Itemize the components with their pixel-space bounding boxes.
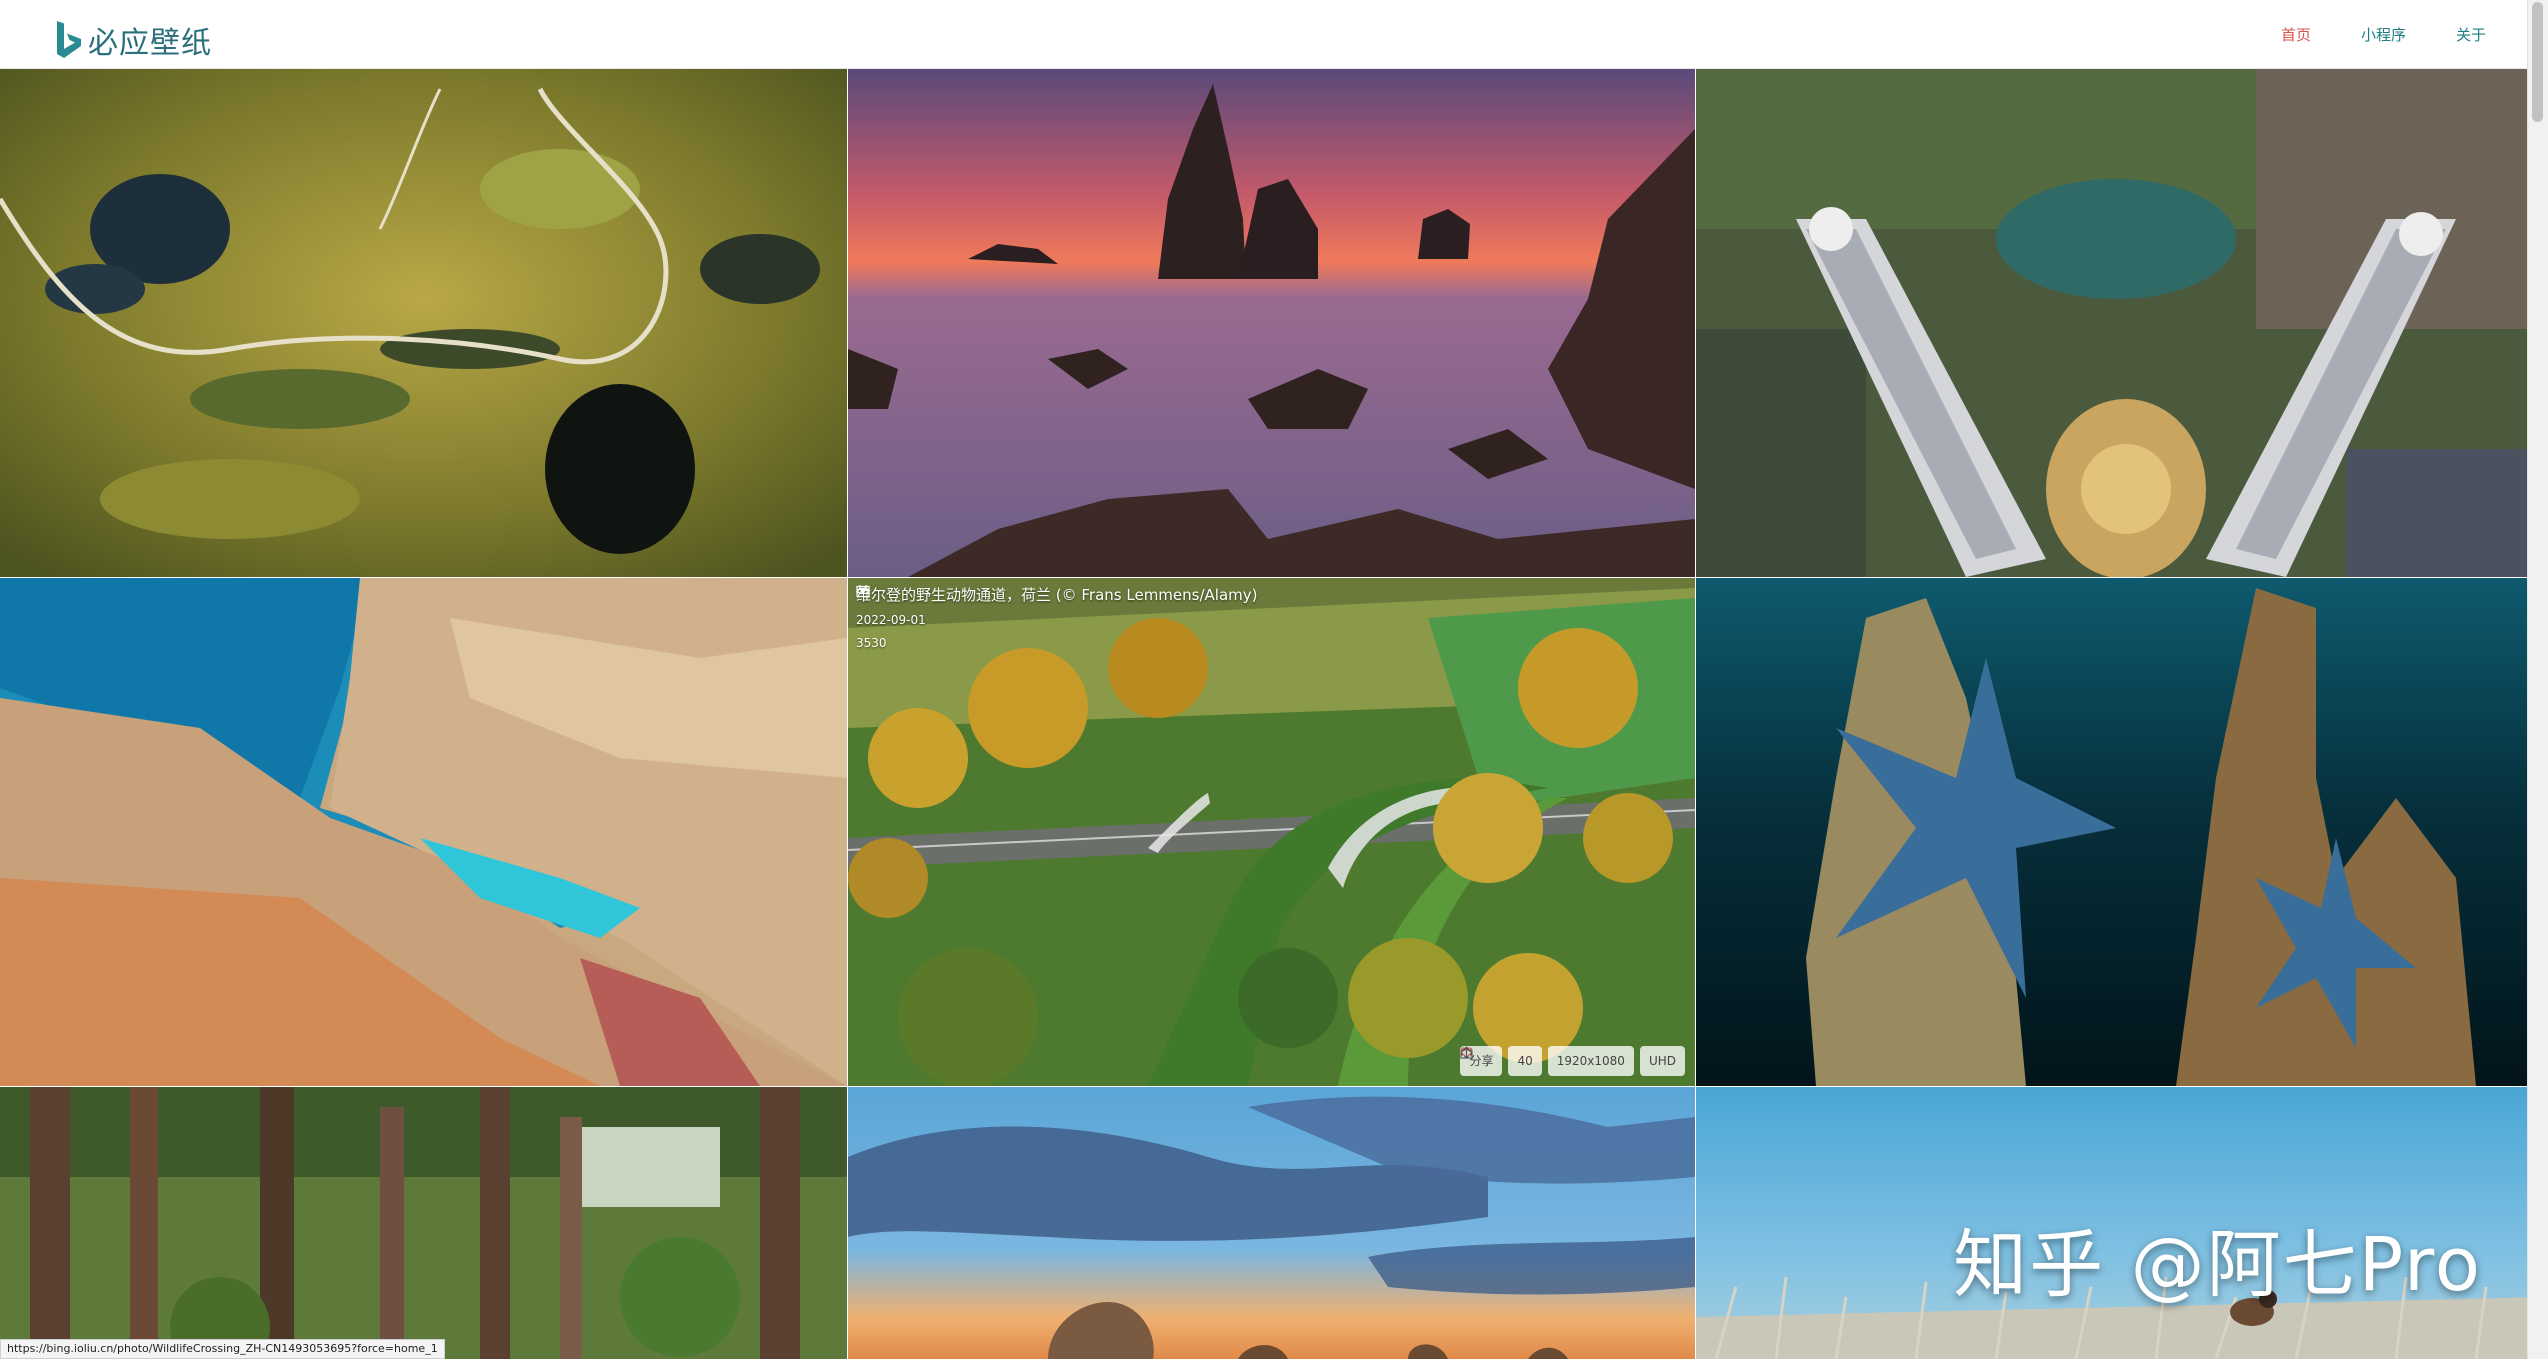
download-uhd-button[interactable]: UHD	[1461, 1046, 1685, 1076]
download-icon	[1461, 1048, 1473, 1059]
brand-name: 必应壁纸	[88, 26, 212, 61]
wallpaper-date: 2022-09-01	[856, 613, 926, 627]
wetland-image	[0, 69, 847, 577]
wallpaper-grid: 维尔登的野生动物通道，荷兰 (© Frans Lemmens/Alamy) 20…	[0, 69, 2545, 1359]
download-1080-button[interactable]: 1920x1080	[1461, 1046, 1634, 1076]
main-nav: 首页 小程序 关于	[2231, 24, 2486, 45]
sky-rocks-image	[848, 1087, 1695, 1359]
wallpaper-petronas-towers[interactable]	[1696, 69, 2545, 577]
brand-logo[interactable]: 必应壁纸	[54, 20, 212, 61]
top-bar: 必应壁纸 首页 小程序 关于	[0, 0, 2548, 69]
sea-stacks-image	[848, 69, 1695, 577]
starfish-image	[1696, 578, 2545, 1086]
wallpaper-title: 维尔登的野生动物通道，荷兰 (© Frans Lemmens/Alamy)	[856, 586, 1258, 604]
nav-mini-program[interactable]: 小程序	[2361, 24, 2406, 45]
forest-image	[0, 1087, 847, 1359]
nav-home[interactable]: 首页	[2281, 24, 2311, 45]
wallpaper-info-overlay: 维尔登的野生动物通道，荷兰 (© Frans Lemmens/Alamy) 20…	[856, 584, 1258, 659]
wallpaper-sky-rocks[interactable]	[848, 1087, 1695, 1359]
wallpaper-date-row: 2022-09-01	[856, 585, 1258, 627]
wallpaper-views-row: 3530	[856, 587, 1258, 650]
wallpaper-wildlife-crossing[interactable]: 维尔登的野生动物通道，荷兰 (© Frans Lemmens/Alamy) 20…	[848, 578, 1695, 1086]
wallpaper-views: 3530	[856, 636, 887, 650]
eye-icon	[856, 587, 870, 595]
bing-logo-icon	[57, 21, 81, 58]
zhihu-watermark: 知乎 @阿七Pro	[1953, 1222, 2482, 1308]
page-scrollbar[interactable]	[2527, 0, 2548, 1359]
resolution-label: 1920x1080	[1556, 1054, 1625, 1068]
scrollbar-thumb[interactable]	[2532, 2, 2543, 122]
like-button[interactable]: 40	[1460, 1046, 1542, 1076]
nav-about[interactable]: 关于	[2456, 24, 2486, 45]
uhd-label: UHD	[1648, 1054, 1676, 1068]
wallpaper-blue-starfish[interactable]	[1696, 578, 2545, 1086]
towers-image	[1696, 69, 2545, 577]
cliff-beach-image	[0, 578, 847, 1086]
link-status-bar: https://bing.ioliu.cn/photo/WildlifeCros…	[0, 1339, 445, 1359]
like-count: 40	[1517, 1054, 1533, 1068]
wallpaper-sea-stacks-sunset[interactable]	[848, 69, 1695, 577]
wallpaper-cliff-beach[interactable]	[0, 578, 847, 1086]
wallpaper-actions: 分享 40 1920x1080 UHD	[1460, 1046, 1685, 1076]
wallpaper-aerial-wetland[interactable]	[0, 69, 847, 577]
wallpaper-pine-forest[interactable]	[0, 1087, 847, 1359]
